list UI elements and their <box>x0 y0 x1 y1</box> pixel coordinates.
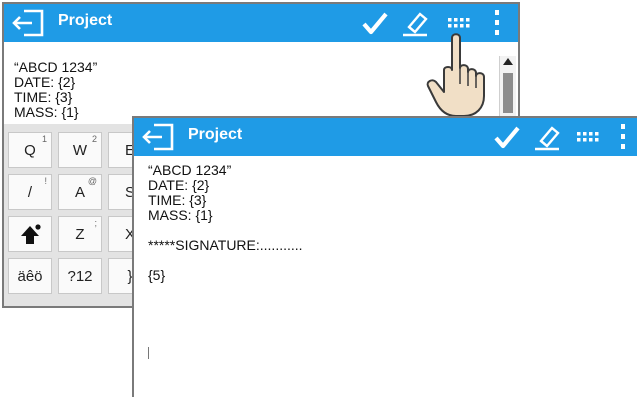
eraser-icon[interactable] <box>532 122 562 152</box>
key-sup-label: @ <box>87 176 97 186</box>
key-w[interactable]: W 2 <box>58 132 102 168</box>
stage: Project “ABCD 1234” DATE: {2} TIME: {3} … <box>0 0 637 397</box>
key-label: ?12 <box>67 268 93 285</box>
shift-key[interactable] <box>8 216 52 252</box>
key-label: / <box>27 184 33 201</box>
key-sup-label: 1 <box>41 134 47 144</box>
front-window: Project “ABCD 1234” DATE: {2} TIME: {3} … <box>132 116 637 397</box>
key-label: W <box>72 142 88 159</box>
text-line: TIME: {3} <box>148 192 207 208</box>
checkmark-icon[interactable] <box>362 8 388 38</box>
text-line: {5} <box>148 267 166 283</box>
key-label: A <box>74 184 85 201</box>
front-text-area[interactable]: “ABCD 1234” DATE: {2} TIME: {3} MASS: {1… <box>134 156 637 397</box>
key-sup-label: ! <box>44 176 47 186</box>
more-vertical-icon[interactable] <box>618 122 628 152</box>
scroll-up-arrow-icon[interactable] <box>503 58 513 65</box>
on-screen-keyboard: Q 1 W 2 E / ! A @ S Z ; X äêö ?12} <box>4 124 152 306</box>
front-window-title: Project <box>188 126 243 143</box>
back-arrow-icon[interactable] <box>140 122 176 152</box>
key-label: äêö <box>17 268 43 285</box>
checkmark-icon[interactable] <box>494 122 520 152</box>
text-line-blank <box>148 223 637 238</box>
text-line-blank <box>148 253 637 268</box>
key-label: Q <box>24 142 36 159</box>
pointing-hand-icon <box>422 30 492 120</box>
accent-key[interactable]: äêö <box>8 258 52 294</box>
symbols-key[interactable]: ?12 <box>58 258 102 294</box>
text-line: “ABCD 1234” <box>148 162 232 178</box>
text-line: MASS: {1} <box>148 207 213 223</box>
text-cursor <box>148 347 149 359</box>
back-arrow-icon[interactable] <box>10 8 46 38</box>
key-a[interactable]: A @ <box>58 174 102 210</box>
front-titlebar: Project <box>134 118 637 156</box>
key-slash[interactable]: / ! <box>8 174 52 210</box>
scroll-thumb[interactable] <box>503 73 513 113</box>
shift-arrow-icon <box>19 224 41 250</box>
text-line: *****SIGNATURE:........... <box>148 237 303 253</box>
keyboard-icon[interactable] <box>576 122 600 152</box>
back-window-title: Project <box>58 12 113 29</box>
key-label: Z <box>75 226 85 243</box>
more-vertical-icon[interactable] <box>492 8 502 38</box>
text-line: DATE: {2} <box>148 177 210 193</box>
key-sup-label: 2 <box>91 134 97 144</box>
key-z[interactable]: Z ; <box>58 216 102 252</box>
scrollbar[interactable] <box>499 56 516 120</box>
key-sup-label: ; <box>94 218 97 228</box>
key-q[interactable]: Q 1 <box>8 132 52 168</box>
